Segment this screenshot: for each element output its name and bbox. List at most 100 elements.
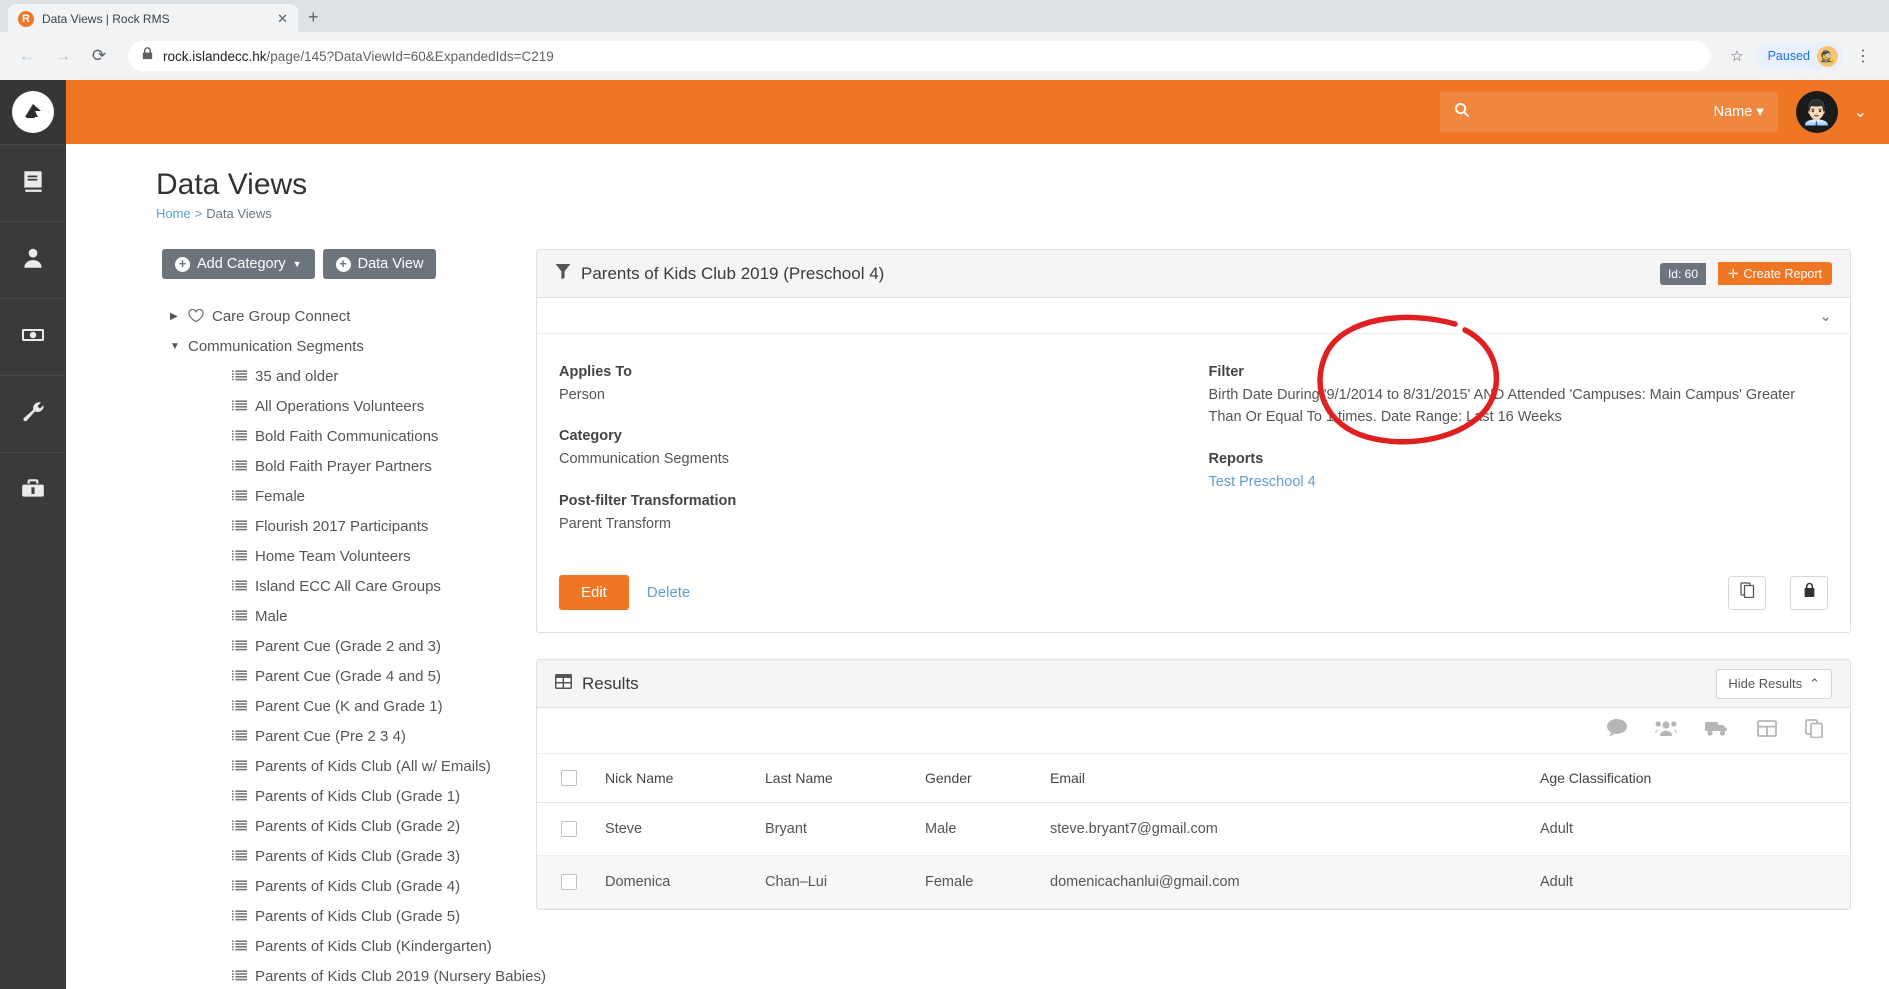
tree-item[interactable]: Parents of Kids Club (Grade 5) (162, 901, 536, 931)
tree-item[interactable]: All Operations Volunteers (162, 391, 536, 421)
book-icon (20, 168, 46, 199)
list-icon (232, 789, 247, 803)
arrow-left-icon[interactable]: ← (12, 41, 42, 71)
column-header-last-name[interactable]: Last Name (755, 754, 915, 804)
hide-results-label: Hide Results (1728, 676, 1803, 692)
people-icon[interactable] (1655, 719, 1677, 742)
tree-item-label: Parents of Kids Club (Grade 3) (255, 847, 461, 865)
tree-item[interactable]: Bold Faith Communications (162, 421, 536, 451)
tree-item[interactable]: ▼ Communication Segments (162, 331, 536, 361)
tree-item[interactable]: Parents of Kids Club 2019 (Nursery Babie… (162, 961, 546, 989)
security-button[interactable] (1790, 575, 1828, 610)
profile-pill[interactable]: Paused 🕵 (1755, 42, 1843, 70)
results-table-body: Steve Bryant Male steve.bryant7@gmail.com Ad… (537, 802, 1850, 910)
new-tab-icon[interactable]: + (308, 7, 319, 28)
list-icon (232, 879, 247, 893)
select-all-checkbox[interactable] (561, 770, 577, 787)
reload-icon[interactable]: ⟳ (84, 41, 114, 71)
table-row[interactable]: Steve Bryant Male steve.bryant7@gmail.com Ad… (537, 802, 1850, 857)
tree-item[interactable]: Parent Cue (Pre 2 3 4) (162, 721, 536, 751)
chevron-down-icon[interactable]: ⌄ (1819, 307, 1832, 325)
tree-item[interactable]: Bold Faith Prayer Partners (162, 451, 536, 481)
column-header-nick-name[interactable]: Nick Name (595, 754, 755, 804)
list-icon (232, 399, 247, 413)
star-icon[interactable]: ☆ (1724, 47, 1749, 65)
sidebar-item-admin-tools[interactable] (0, 375, 66, 452)
avatar[interactable]: 👨🏻‍💼 (1795, 91, 1838, 133)
truck-icon[interactable] (1705, 719, 1729, 742)
tree-item[interactable]: Parents of Kids Club (Grade 2) (162, 811, 536, 841)
results-panel: Results Hide Results ⌃ Nick Name Last Na… (536, 659, 1851, 911)
tree-item[interactable]: 35 and older (162, 361, 536, 391)
column-header-email[interactable]: Email (1040, 754, 1530, 804)
add-data-view-button[interactable]: + Data View (322, 249, 437, 279)
sidebar-item-cms[interactable] (0, 144, 66, 221)
breadcrumb-home[interactable]: Home (156, 206, 191, 221)
sidebar-item-finance[interactable] (0, 298, 66, 375)
dataview-details-right: Filter Birth Date During '9/1/2014 to 8/… (1209, 314, 1829, 557)
post-filter-label: Post-filter Transformation (559, 492, 737, 509)
delete-button[interactable]: Delete (647, 584, 690, 601)
list-icon (232, 669, 247, 683)
table-row[interactable]: Domenica Chan–Lui Female domenicachanlui@gm… (537, 855, 1850, 910)
tree-item[interactable]: Island ECC All Care Groups (162, 571, 536, 601)
kebab-menu-icon[interactable]: ⋮ (1849, 46, 1877, 66)
search-box[interactable]: Name ▾ (1439, 92, 1778, 132)
tree-item-label: Parent Cue (K and Grade 1) (255, 697, 443, 715)
copy-button[interactable] (1728, 575, 1766, 610)
tree-item[interactable]: Home Team Volunteers (162, 541, 536, 571)
row-checkbox[interactable] (561, 874, 577, 891)
tree-item[interactable]: Parents of Kids Club (Kindergarten) (162, 931, 536, 961)
tree-item[interactable]: Parents of Kids Club (Grade 4) (162, 871, 536, 901)
arrow-right-icon[interactable]: → (48, 41, 78, 71)
tree-item[interactable]: Parents of Kids Club (Grade 1) (162, 781, 536, 811)
report-link[interactable]: Test Preschool 4 (1209, 474, 1316, 490)
browser-tab[interactable]: R Data Views | Rock RMS ✕ (8, 4, 298, 34)
edit-button[interactable]: Edit (559, 575, 629, 611)
hide-results-button[interactable]: Hide Results ⌃ (1716, 668, 1832, 699)
tree-item[interactable]: Parents of Kids Club (Grade 3) (162, 841, 536, 871)
caret-down-icon: ▼ (292, 259, 302, 269)
tree-item[interactable]: ▶ Care Group Connect (162, 301, 536, 331)
sidebar-item-people[interactable] (0, 221, 66, 298)
tree-item[interactable]: Parents of Kids Club (All w/ Emails) (162, 751, 536, 781)
chevron-right-icon[interactable]: ▶ (170, 311, 180, 322)
column-header-age-classification[interactable]: Age Classification (1530, 754, 1850, 804)
tree-item[interactable]: Parent Cue (Grade 4 and 5) (162, 661, 536, 691)
list-icon (232, 489, 247, 503)
browser-tab-strip: R Data Views | Rock RMS ✕ + (0, 0, 1889, 34)
sidebar-item-tools[interactable] (0, 452, 66, 529)
rock-logo-icon[interactable] (0, 80, 66, 144)
tree-item-label: Parents of Kids Club (Kindergarten) (255, 937, 492, 955)
tree-item[interactable]: Male (162, 601, 536, 631)
add-category-button[interactable]: + Add Category ▼ (162, 249, 315, 279)
tree-item[interactable]: Flourish 2017 Participants (162, 511, 536, 541)
copy-icon[interactable] (1805, 719, 1824, 743)
results-panel-title: Results (555, 673, 1704, 694)
tree-item[interactable]: Parent Cue (K and Grade 1) (162, 691, 536, 721)
tree-item[interactable]: Female (162, 481, 536, 511)
dataview-actions: Edit Delete (537, 567, 1850, 632)
results-grid-toolbar (537, 708, 1850, 755)
plus-circle-icon: + (335, 256, 351, 272)
chevron-down-icon[interactable]: ▼ (170, 341, 180, 352)
close-icon[interactable]: ✕ (277, 11, 288, 27)
column-header-gender[interactable]: Gender (915, 754, 1040, 804)
search-scope-dropdown[interactable]: Name ▾ (1714, 104, 1764, 120)
reports-value: Test Preschool 4 (1209, 471, 1829, 493)
address-bar[interactable]: rock.islandecc.hk/page/145?DataViewId=60… (128, 41, 1711, 71)
chevron-down-icon[interactable]: ⌄ (1854, 102, 1867, 122)
grid-icon[interactable] (1757, 720, 1777, 742)
main-content: Name ▾ 👨🏻‍💼 ⌄ Data Views Home > Data Views… (66, 80, 1889, 989)
copy-icon (1739, 582, 1755, 603)
comment-icon[interactable] (1607, 719, 1627, 742)
search-input[interactable] (1477, 104, 1706, 120)
lock-icon (142, 47, 153, 65)
tree-item[interactable]: Parent Cue (Grade 2 and 3) (162, 631, 536, 661)
create-report-button[interactable]: ✛ Create Report (1718, 262, 1832, 285)
list-icon (232, 699, 247, 713)
row-checkbox[interactable] (561, 821, 577, 838)
category-tree: ▶ Care Group Connect ▼ Communication Segmen… (162, 301, 546, 989)
cell-last-name: Bryant (755, 802, 915, 857)
category-value: Communication Segments (559, 451, 730, 468)
